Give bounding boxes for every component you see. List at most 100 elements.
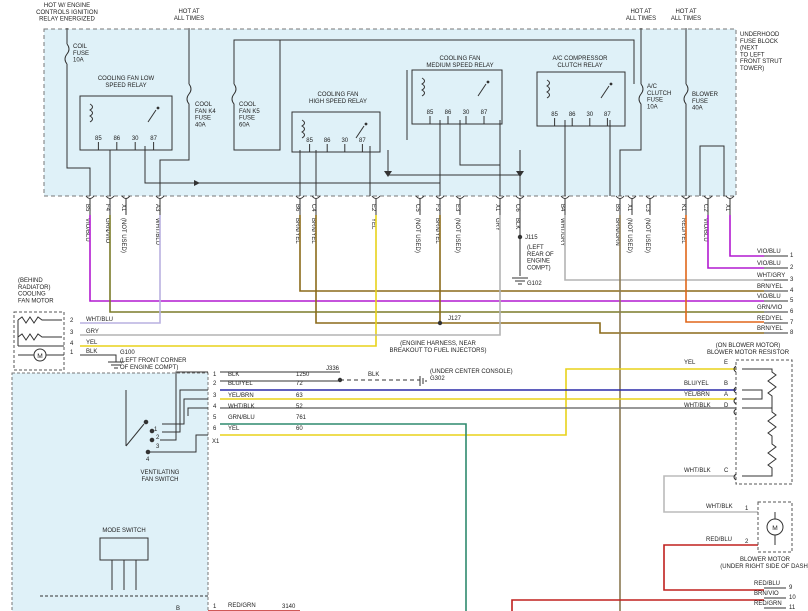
hot-all-times-note-3: HOT AT ALL TIMES <box>671 9 701 22</box>
fan-motor-pin-wire: WHT/BLU <box>86 317 113 323</box>
splice-j127 <box>437 320 443 326</box>
bottom-right-label: BRN/VIO <box>754 591 779 597</box>
wire-grn-blu <box>220 423 467 611</box>
bottom-right-labels: RED/BLU 9 BRN/VIO 10 RED/GRN 11 <box>754 581 796 611</box>
connector-pin-id: F3 <box>434 204 440 212</box>
right-wire-number: 6 <box>790 309 794 315</box>
wire-brn-yel <box>315 215 440 324</box>
bottom-right-number: 9 <box>789 585 793 591</box>
right-wire-5: VIO/BLU 5 <box>757 294 794 304</box>
relay-pin-85: 85 <box>95 136 102 142</box>
wire-red-grn <box>511 599 764 611</box>
fan-switch-wire-color: BLK <box>228 372 239 378</box>
blower-motor-m-icon: M <box>772 525 778 532</box>
connector-wire-color: YEL <box>370 218 376 230</box>
connector-wire-color: BRN/YEL <box>434 218 440 244</box>
right-wire-1: VIO/BLU 1 <box>757 249 794 259</box>
resistor-pin-E: YEL E <box>684 360 737 373</box>
resistor-pin-wire: BLU/YEL <box>684 381 709 387</box>
wire-wht-blu <box>80 215 161 324</box>
harness-note: (ENGINE HARNESS, NEAR BREAKOUT TO FUEL IN… <box>389 341 486 354</box>
fan-motor-pins: 2 WHT/BLU 3 GRY 4 YEL 1 BLK <box>70 317 113 356</box>
connector-wire-color: GRY <box>494 218 500 231</box>
blower-resistor-title: (ON BLOWER MOTOR) BLOWER MOTOR RESISTOR <box>707 343 790 356</box>
hot-all-times-note-1: HOT AT ALL TIMES <box>174 9 204 22</box>
relay-pin-30: 30 <box>341 138 348 144</box>
fan-switch-wire-color: YEL/BRN <box>228 393 254 399</box>
resistor-pin-D: WHT/BLK D <box>684 403 737 416</box>
resistor-pin-letter: C <box>724 468 729 474</box>
connector-wire-color: WHT/GRY <box>559 218 565 246</box>
right-wire-label: BRN/YEL <box>757 326 783 332</box>
connector-pin-id: E3 <box>454 204 460 212</box>
relay-pin-30: 30 <box>132 136 139 142</box>
right-wire-number: 7 <box>790 320 794 326</box>
resistor-pin-wire: YEL/BRN <box>684 392 710 398</box>
right-wire-2: VIO/BLU 2 <box>757 261 794 271</box>
fan-motor-pin-2: 2 WHT/BLU <box>70 317 113 324</box>
right-wire-number: 5 <box>790 298 794 304</box>
j127-label: J127 <box>448 316 462 322</box>
fan-switch-circuit: 60 <box>296 426 303 432</box>
relay-pin-86: 86 <box>324 138 331 144</box>
relay-pin-87: 87 <box>359 138 366 144</box>
connector-pin: X1 (NOT USED) <box>120 195 131 253</box>
connector-pin-id: B4 <box>559 204 565 212</box>
right-wire-6: GRN/VIO 6 <box>757 305 794 315</box>
hot-ignition-note: HOT W/ ENGINE CONTROLS IGNITION RELAY ENER… <box>36 3 98 23</box>
connector-wire-color: RED/YEL <box>680 218 686 244</box>
right-wire-label: WHT/GRY <box>757 273 785 279</box>
connector-pin: F4 GRN/VIO <box>104 195 115 244</box>
fan-switch-circuit: 52 <box>296 404 303 410</box>
blk-wire-label: BLK <box>368 372 379 378</box>
connector-pin: C4 BRN/YEL <box>310 195 321 244</box>
bottom-wire-pin: 1 <box>213 604 217 610</box>
fan-switch-wire-color: BLU/YEL <box>228 381 253 387</box>
connector-wire-color: BRN/YEL <box>310 218 316 244</box>
connector-pin: B5 VIO/BLU <box>84 195 95 242</box>
fan-switch-wire-1: 1 BLK 1250 <box>213 372 310 378</box>
fan-motor-pin-wire: YEL <box>86 340 98 346</box>
fan-motor-pin-wire: BLK <box>86 349 97 355</box>
fan-switch-wire-6: 6 YEL 60 <box>213 426 303 432</box>
connector-pin: K1 RED/YEL <box>680 195 691 244</box>
connector-wire-color: (NOT USED) <box>454 218 460 253</box>
connector-pin: E3 (NOT USED) <box>454 195 465 253</box>
connector-wire-color: (NOT USED) <box>414 218 420 253</box>
connector-pin-id: X1 <box>494 204 500 212</box>
underhood-fuse-block <box>43 28 737 197</box>
relay-pin-85: 85 <box>427 110 434 116</box>
fan-switch-wire-3: 3 YEL/BRN 63 <box>213 393 303 399</box>
connector-wire-color: (NOT USED) <box>644 218 650 253</box>
g302-label: (UNDER CENTER CONSOLE) G302 <box>430 369 513 382</box>
relay-pin-30: 30 <box>463 110 470 116</box>
blower-wht-blk-label: WHT/BLK <box>706 504 733 510</box>
connector-wire-color: VIO/BLU <box>702 218 708 242</box>
fan-switch-wire-color: YEL <box>228 426 240 432</box>
connector-pin-id: K1 <box>680 204 686 212</box>
connector-pin: F3 BRN/YEL <box>434 195 445 244</box>
connector-wire-color: (NOT USED) <box>120 218 126 253</box>
mode-switch-pin-b: B <box>176 606 180 611</box>
g102-location-label: (LEFT REAR OF ENGINE COMPT) <box>527 245 554 271</box>
right-wire-8: BRN/YEL 8 <box>757 326 794 336</box>
relay-pin-87: 87 <box>604 112 611 118</box>
right-wire-3: WHT/GRY 3 <box>757 273 794 283</box>
connector-pin-id: X1 <box>120 204 126 212</box>
resistor-pin-letter: A <box>724 392 728 398</box>
fan-switch-pin: 4 <box>213 404 217 410</box>
relay-pin-86: 86 <box>569 112 576 118</box>
right-wire-7: RED/YEL 7 <box>757 316 794 326</box>
splice-j115 <box>517 234 523 240</box>
relay-pin-86: 86 <box>113 136 120 142</box>
relay-pin-87: 87 <box>481 110 488 116</box>
connector-wire-color: VIO/BLU <box>84 218 90 242</box>
connector-pin: A3 WHT/BLU <box>154 195 165 245</box>
fan-switch-pin: 5 <box>213 415 217 421</box>
right-wire-label: VIO/BLU <box>757 294 781 300</box>
connector-pin-id: X1 <box>626 204 632 212</box>
relay-pin-85: 85 <box>306 138 313 144</box>
relay-pin-30: 30 <box>586 112 593 118</box>
right-wire-labels: VIO/BLU 1 VIO/BLU 2 WHT/GRY 3 BRN/YEL 4 VIO/BLU 5… <box>757 249 794 336</box>
wire-vio-blu <box>89 215 764 302</box>
